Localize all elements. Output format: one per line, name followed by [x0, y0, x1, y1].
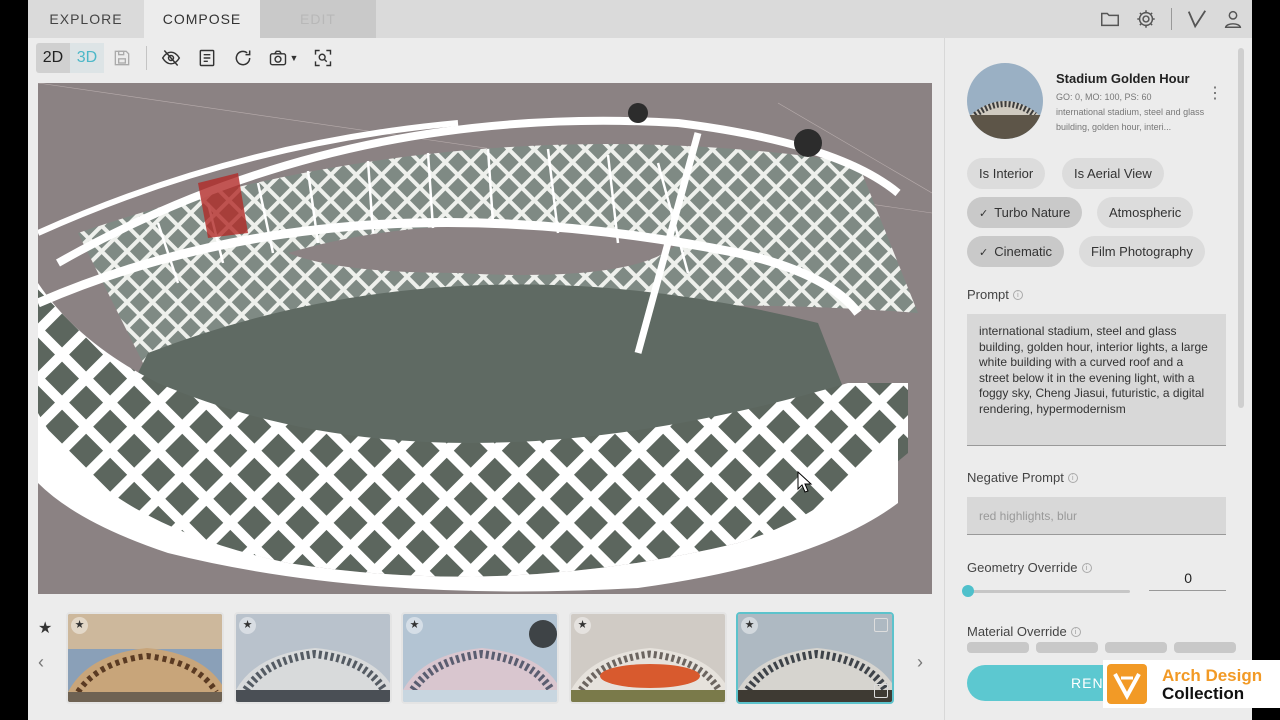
stadium-model-render [38, 83, 932, 594]
viewport-toolbar: 2D 3D ▼ [36, 42, 341, 74]
chip-is-aerial-view[interactable]: Is Aerial View [1062, 158, 1164, 189]
favorites-star-icon[interactable]: ★ [38, 618, 52, 638]
material-bar[interactable] [967, 642, 1029, 653]
preset-meta: GO: 0, MO: 100, PS: 60 [1056, 92, 1152, 102]
mode-3d-button[interactable]: 3D [70, 43, 104, 73]
render-thumbnail-5[interactable]: ★ [736, 612, 894, 704]
app-window: EXPLORE COMPOSE EDIT 2D 3D ▼ ★ ‹ ★ ★ ★ ★… [28, 0, 1252, 720]
prompt-label-text: Prompt [967, 287, 1009, 302]
thumbnail-star-icon[interactable]: ★ [406, 617, 423, 634]
negative-prompt-input[interactable]: red highlights, blur [967, 497, 1226, 535]
negative-prompt-label-text: Negative Prompt [967, 470, 1064, 485]
chip-label: Turbo Nature [994, 205, 1071, 220]
chevron-down-icon[interactable]: ▼ [290, 53, 299, 63]
info-icon[interactable]: i [1012, 290, 1023, 300]
chip-cinematic[interactable]: ✓ Cinematic [967, 236, 1065, 267]
top-bar: EXPLORE COMPOSE EDIT [28, 0, 1252, 38]
3d-viewport[interactable] [38, 83, 932, 594]
tab-compose[interactable]: COMPOSE [144, 0, 260, 38]
material-override-label-text: Material Override [967, 624, 1067, 639]
material-bar[interactable] [1036, 642, 1098, 653]
camera-icon[interactable]: ▼ [261, 42, 305, 74]
checkmark-icon[interactable] [1186, 8, 1208, 30]
chip-label: Is Interior [979, 166, 1034, 181]
refresh-icon[interactable] [225, 42, 261, 74]
chip-is-interior[interactable]: Is Interior [967, 158, 1046, 189]
panel-scrollbar[interactable] [1238, 48, 1244, 408]
thumbnail-star-icon[interactable]: ★ [239, 617, 256, 634]
prompt-label: Prompt i [967, 287, 1023, 302]
gear-icon[interactable] [1135, 8, 1157, 30]
chip-label: Cinematic [994, 244, 1053, 259]
notes-icon[interactable] [189, 42, 225, 74]
chip-label: Film Photography [1091, 244, 1193, 259]
geometry-override-label: Geometry Override i [967, 560, 1092, 575]
info-icon[interactable]: i [1081, 563, 1092, 573]
save-icon[interactable] [104, 42, 140, 74]
geometry-override-value[interactable]: 0 [1149, 565, 1226, 591]
preset-description: international stadium, steel and glass b… [1056, 107, 1205, 132]
tab-explore[interactable]: EXPLORE [28, 0, 144, 38]
user-icon[interactable] [1222, 8, 1244, 30]
render-thumbnail-2[interactable]: ★ [234, 612, 392, 704]
material-bar[interactable] [1105, 642, 1167, 653]
focus-icon[interactable] [305, 42, 341, 74]
delete-thumbnail-icon[interactable] [874, 684, 888, 698]
thumbnail-star-icon[interactable]: ★ [741, 617, 758, 634]
preset-thumbnail [967, 63, 1043, 139]
render-thumbnail-4[interactable]: ★ [569, 612, 727, 704]
mode-2d-button[interactable]: 2D [36, 43, 70, 73]
geometry-override-slider-track[interactable] [967, 590, 1130, 593]
chip-label: Is Aerial View [1074, 166, 1152, 181]
render-thumbnail-1[interactable]: ★ [66, 612, 224, 704]
watermark-logo: Arch Design Collection [1103, 660, 1280, 708]
render-thumbnail-3[interactable]: ★ [401, 612, 559, 704]
preset-card[interactable]: Stadium Golden Hour GO: 0, MO: 100, PS: … [967, 63, 1227, 141]
folder-icon[interactable] [1099, 8, 1121, 30]
check-icon: ✓ [979, 247, 989, 259]
geometry-override-slider-thumb[interactable] [962, 585, 974, 597]
info-icon[interactable]: i [1067, 473, 1078, 483]
toolbar-divider [146, 46, 147, 70]
brand-logo-icon [1107, 664, 1147, 704]
chip-label: Atmospheric [1109, 205, 1182, 220]
preset-title: Stadium Golden Hour [1056, 71, 1190, 86]
save-thumbnail-icon[interactable] [874, 618, 888, 632]
material-bar[interactable] [1174, 642, 1236, 653]
chevron-right-icon[interactable]: › [917, 652, 923, 673]
material-override-label: Material Override i [967, 624, 1081, 639]
chevron-left-icon[interactable]: ‹ [38, 652, 44, 673]
render-history-strip: ★ ‹ ★ ★ ★ ★ ★ › [28, 604, 943, 714]
info-icon[interactable]: i [1070, 627, 1081, 637]
top-divider [1171, 8, 1172, 30]
chip-film-photography[interactable]: Film Photography [1079, 236, 1205, 267]
thumbnail-star-icon[interactable]: ★ [71, 617, 88, 634]
prompt-textarea[interactable]: international stadium, steel and glass b… [967, 314, 1226, 446]
chip-atmospheric[interactable]: Atmospheric [1097, 197, 1194, 228]
check-icon: ✓ [979, 208, 989, 220]
tab-edit[interactable]: EDIT [260, 0, 376, 38]
negative-prompt-label: Negative Prompt i [967, 470, 1078, 485]
watermark-line2: Collection [1162, 684, 1245, 703]
chip-turbo-nature[interactable]: ✓ Turbo Nature [967, 197, 1083, 228]
watermark-line1: Arch Design [1162, 666, 1263, 685]
material-override-controls [967, 642, 1236, 654]
more-options-icon[interactable]: ⋮ [1207, 86, 1223, 102]
thumbnail-star-icon[interactable]: ★ [574, 617, 591, 634]
hide-icon[interactable] [153, 42, 189, 74]
geometry-override-label-text: Geometry Override [967, 560, 1078, 575]
top-icons [1099, 8, 1244, 30]
mouse-cursor-icon [797, 471, 813, 493]
settings-panel: Stadium Golden Hour GO: 0, MO: 100, PS: … [944, 38, 1252, 720]
